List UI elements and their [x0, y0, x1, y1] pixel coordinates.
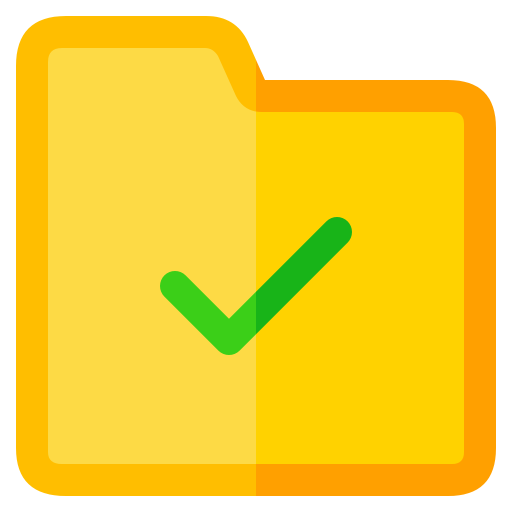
folder-check-icon: [16, 16, 496, 496]
icon-canvas: [0, 0, 512, 512]
